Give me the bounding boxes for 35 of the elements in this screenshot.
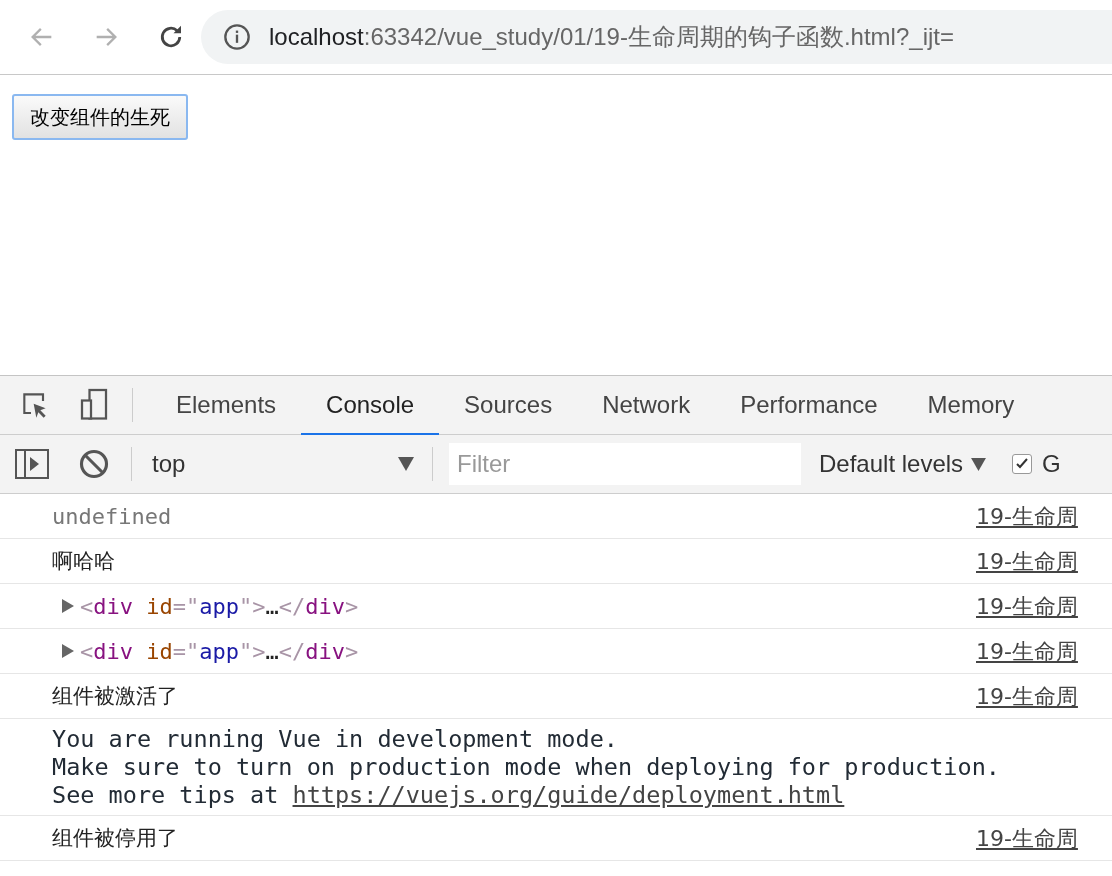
devtools-tab[interactable]: Sources [439, 376, 578, 435]
expand-arrow-icon[interactable] [62, 644, 74, 658]
result-text: undefined [52, 502, 172, 531]
source-link[interactable]: 19-生命周 [976, 589, 1112, 623]
expand-arrow-icon[interactable] [62, 599, 74, 613]
source-link[interactable]: 19-生命周 [976, 821, 1112, 855]
log-message: 组件被停用了 [52, 825, 178, 852]
html-element-node[interactable]: <div id="app">…</div> [80, 589, 359, 623]
context-select[interactable]: top [140, 446, 426, 482]
source-link[interactable]: 19-生命周 [976, 544, 1112, 578]
dropdown-arrow-icon [971, 457, 987, 471]
sidebar-toggle-icon[interactable] [15, 449, 49, 479]
checkbox-label[interactable]: G [1042, 446, 1061, 482]
address-bar[interactable]: localhost:63342/vue_study/01/19-生命周期的钩子函数.html?_ijt= [201, 10, 1112, 64]
clear-console-icon[interactable] [79, 449, 109, 479]
info-icon[interactable] [223, 23, 251, 51]
source-link[interactable]: 19-生命周 [976, 634, 1112, 668]
devtools-tab[interactable]: Elements [151, 376, 302, 435]
levels-dropdown[interactable]: Default levels [819, 446, 987, 482]
checkbox[interactable] [1012, 454, 1033, 474]
change-button[interactable]: 改变组件的生死 [12, 94, 188, 140]
log-message: 啊哈哈 [52, 548, 115, 575]
checkmark-icon [1015, 457, 1030, 471]
devtools-tab[interactable]: Console [301, 376, 440, 435]
devtools-tab[interactable]: Performance [715, 376, 903, 435]
dropdown-arrow-icon [398, 457, 414, 471]
devtools-tab[interactable]: Network [577, 376, 716, 435]
source-link[interactable]: 19-生命周 [976, 679, 1112, 713]
deployment-link[interactable]: https://vuejs.org/guide/deployment.html [292, 781, 845, 809]
filter-field[interactable]: Filter [449, 443, 801, 485]
devtools-tab[interactable]: Memory [902, 376, 1040, 435]
html-element-node[interactable]: <div id="app">…</div> [80, 634, 359, 668]
log-message: 组件被激活了 [52, 683, 178, 710]
source-link[interactable]: 19-生命周 [976, 499, 1112, 533]
vue-dev-mode-message: You are running Vue in development mode. Make sure to turn on production mode when deploying for production. See more tips at https://vuejs.org/guide/deployment.html [52, 725, 1000, 809]
